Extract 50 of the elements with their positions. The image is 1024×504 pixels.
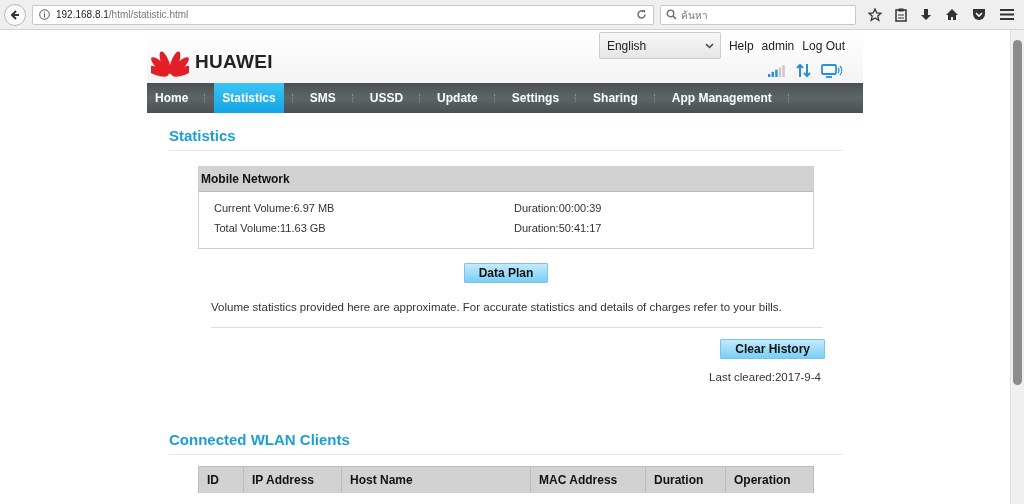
star-icon[interactable] [868, 7, 882, 22]
data-plan-button[interactable]: Data Plan [463, 263, 549, 283]
menu-icon[interactable] [999, 8, 1015, 21]
nav-tab[interactable]: Settings [503, 83, 568, 113]
duration-text: Duration:00:00:39 [514, 202, 603, 214]
volume-text: Total Volume:11.63 GB [214, 222, 327, 234]
duration-text: Duration:50:41:17 [514, 222, 603, 234]
search-icon [666, 9, 677, 20]
column-header: MAC Address [531, 467, 646, 493]
nav-tab[interactable]: App Management [663, 83, 780, 113]
section-title: Connected WLAN Clients [169, 431, 843, 455]
info-icon[interactable] [39, 9, 50, 20]
back-arrow-icon [9, 8, 21, 21]
header-link[interactable]: admin [761, 38, 795, 53]
column-header: Host Name [342, 467, 531, 493]
chevron-icon [704, 42, 714, 49]
last-cleared-text: Last cleared:2017-9-4 [709, 371, 821, 383]
nav-tab[interactable]: SMS [301, 83, 344, 113]
nav-tab[interactable]: USSD [361, 83, 412, 113]
header-link[interactable]: Help [728, 38, 754, 53]
column-header: Duration [646, 467, 726, 493]
address-bar[interactable]: 192.168.8.1/html/statistic.html [32, 4, 654, 25]
reload-icon[interactable] [636, 9, 647, 20]
volume-text: Current Volume:6.97 MB [214, 202, 336, 214]
column-header: Operation [726, 467, 813, 493]
column-header: IP Address [244, 467, 342, 493]
section-title: Statistics [169, 127, 843, 151]
language-select[interactable]: English [598, 32, 721, 59]
panel-title: Mobile Network [199, 167, 813, 192]
brand-logo: HUAWEI [195, 50, 273, 73]
clear-history-button[interactable]: Clear History [720, 339, 825, 359]
url-host: 192.168.8.1 [56, 9, 109, 20]
search-field[interactable]: ค้นหา [660, 5, 856, 25]
download-icon[interactable] [920, 7, 932, 22]
notice-text: Volume statistics provided here are approximate. For accurate statistics and details of charges refer to your bills. [211, 301, 783, 313]
scrollbar[interactable] [1010, 30, 1024, 504]
nav-tab[interactable]: Home [147, 83, 197, 113]
signal-icon [768, 64, 786, 77]
back-button[interactable] [4, 3, 26, 26]
up-down-arrows-icon [796, 63, 811, 78]
nav-tab[interactable]: Sharing [585, 83, 646, 113]
scroll-thumb[interactable] [1013, 40, 1022, 385]
url-path: /html/statistic.html [108, 9, 190, 20]
column-header: ID [199, 467, 244, 493]
nav-tab[interactable]: Update [429, 83, 486, 113]
header-link[interactable]: Log Out [802, 38, 845, 53]
pocket-icon[interactable] [972, 8, 986, 21]
monitor-wireless-icon [821, 63, 843, 78]
home-icon[interactable] [945, 8, 959, 21]
clipboard-icon[interactable] [895, 7, 907, 22]
